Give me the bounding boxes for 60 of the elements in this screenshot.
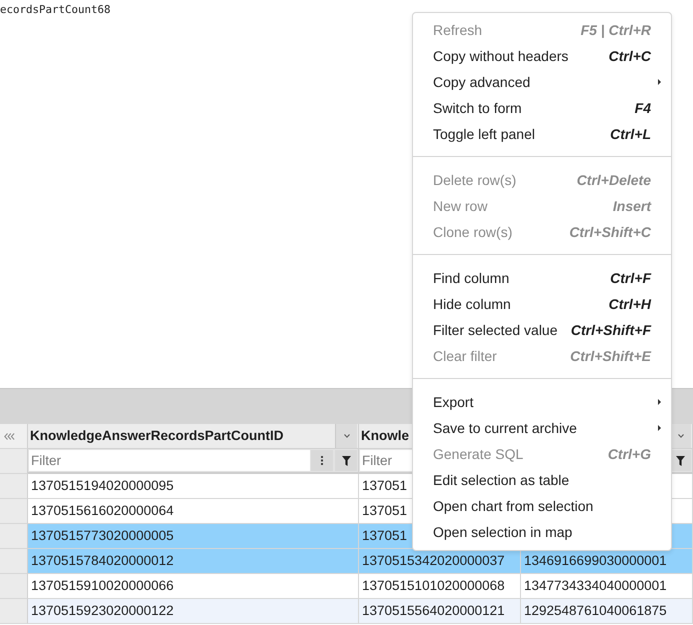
cell-value: 137051 [362, 527, 408, 545]
shortcut-text: Ctrl+C [608, 48, 651, 64]
shortcut-text: Ctrl+G [608, 446, 651, 462]
menu-item[interactable]: Export [413, 389, 671, 415]
cell-value: 1370515194020000095 [31, 477, 174, 495]
cell-value: 137051 [362, 502, 408, 520]
shortcut-text: Insert [612, 198, 651, 214]
menu-item[interactable]: Switch to form F4 [413, 95, 671, 121]
shortcut-text: Ctrl+H [608, 296, 651, 312]
menu-item[interactable]: Filter selected value Ctrl+Shift+F [413, 317, 671, 343]
funnel-icon [676, 456, 684, 466]
menu-item[interactable]: Save to current archive [413, 415, 671, 441]
row-header [0, 524, 28, 549]
row-header [0, 599, 28, 624]
row-header [0, 574, 28, 599]
shortcut-text: Ctrl+Delete [576, 172, 651, 188]
row-header [0, 474, 28, 499]
shortcut-text: Ctrl+Shift+F [570, 322, 651, 338]
table-row[interactable]: 1370515784020000012 1370515342020000037 1346916699030000001 [0, 549, 693, 574]
shortcut-text: Ctrl+Shift+C [569, 224, 651, 240]
column-title: Knowle [360, 427, 410, 445]
shortcut-text: F5 | Ctrl+R [580, 22, 651, 38]
submenu-arrow-icon [658, 425, 661, 431]
cell-value: 1370515564020000121 [362, 602, 505, 620]
cell-value: 1292548761040061875 [524, 602, 667, 620]
row-header [0, 549, 28, 574]
shortcut-text: Ctrl+F [610, 270, 651, 286]
cell-value: 1370515784020000012 [31, 552, 174, 570]
cell-value: 1370515342020000037 [362, 552, 505, 570]
column-title: KnowledgeAnswerRecordsPartCountID [29, 427, 284, 445]
table-row[interactable]: 1370515923020000122 1370515564020000121 1292548761040061875 [0, 599, 693, 624]
cell-value: 1347734334040000001 [524, 577, 667, 595]
shortcut-text: Ctrl+L [610, 126, 651, 142]
cell-value: 1370515923020000122 [31, 602, 174, 620]
funnel-icon [342, 456, 350, 466]
filter-button[interactable] [335, 450, 357, 471]
cell-value: 1370515773020000005 [31, 527, 174, 545]
row-header [0, 499, 28, 524]
menu-item[interactable]: Copy advanced [413, 69, 671, 95]
menu-item[interactable]: Copy without headers Ctrl+C [413, 43, 671, 69]
shortcut-text: Ctrl+Shift+E [570, 348, 651, 364]
shortcut-text: F4 [634, 100, 651, 116]
filter-input[interactable]: Filter [29, 450, 310, 471]
output-text: ecordsPartCount68 [0, 3, 111, 16]
menu-item[interactable]: Hide column Ctrl+H [413, 291, 671, 317]
submenu-arrow-icon [658, 79, 661, 85]
filter-options-button[interactable] [311, 450, 333, 471]
cell-value: 1346916699030000001 [524, 552, 667, 570]
column-header[interactable]: KnowledgeAnswerRecordsPartCountID [28, 424, 359, 449]
chevron-down-icon [678, 434, 684, 438]
table-row[interactable]: 1370515910020000066 1370515101020000068 1347734334040000001 [0, 574, 693, 599]
cell-value: 1370515101020000068 [362, 577, 505, 595]
cell-value: 1370515616020000064 [31, 502, 174, 520]
chevron-down-icon [344, 434, 350, 438]
menu-item[interactable]: Toggle left panel Ctrl+L [413, 121, 671, 147]
cell-value: 1370515910020000066 [31, 577, 174, 595]
menu-item[interactable]: Find column Ctrl+F [413, 265, 671, 291]
submenu-arrow-icon [658, 399, 661, 405]
cell-value: 137051 [362, 477, 408, 495]
triple-chevron-left-icon[interactable] [4, 432, 15, 440]
